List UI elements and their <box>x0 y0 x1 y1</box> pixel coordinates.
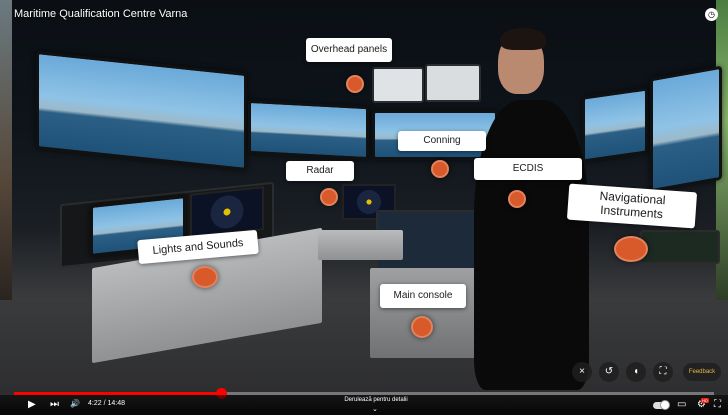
fullscreen-icon[interactable]: ⛶ <box>714 399 721 410</box>
hotspot-ecdis[interactable] <box>508 190 526 208</box>
next-icon[interactable]: ⏭ <box>50 399 59 410</box>
overhead-panel-1 <box>372 67 424 103</box>
time-display: 4:22 / 14:48 <box>88 400 125 407</box>
presenter-hair <box>500 28 546 50</box>
fullscreen-360-icon[interactable]: ⛶ <box>653 362 673 382</box>
hotspot-radar[interactable] <box>320 188 338 206</box>
hotspot-label-overhead-panels: Overhead panels <box>306 38 392 62</box>
video-title[interactable]: Maritime Qualification Centre Varna <box>14 8 187 20</box>
play-icon[interactable]: ▶ <box>28 399 36 410</box>
close-overlay-button[interactable]: × <box>572 362 592 382</box>
background-left-edge <box>0 0 12 300</box>
hotspot-label-conning: Conning <box>398 131 486 151</box>
nav-console <box>640 230 720 264</box>
feedback-button[interactable]: Feedback <box>683 363 721 381</box>
sim-screen-center-left <box>248 99 369 161</box>
overhead-panel-2 <box>425 64 481 102</box>
sim-screen-left <box>36 50 247 172</box>
hotspot-label-radar: Radar <box>286 161 354 181</box>
sim-screen-right <box>582 87 648 163</box>
hd-badge: HD <box>701 398 709 403</box>
watch-later-icon[interactable]: ◷ <box>705 8 718 21</box>
autoplay-toggle-knob <box>660 400 670 410</box>
scroll-hint: Derulează pentru detalii <box>344 397 408 403</box>
rewind-icon[interactable]: ↺ <box>599 362 619 382</box>
hotspot-navigational-instruments[interactable] <box>614 236 648 262</box>
hotspot-overhead-panels[interactable] <box>346 75 364 93</box>
hotspot-main-console[interactable] <box>411 316 433 338</box>
hotspot-conning[interactable] <box>431 160 449 178</box>
volume-360-icon[interactable]: ◖ <box>626 362 646 382</box>
hotspot-label-ecdis: ECDIS <box>474 158 582 180</box>
desk-center <box>318 230 403 260</box>
sim-screen-far-right <box>650 65 722 193</box>
volume-icon[interactable]: 🔊 <box>70 399 80 408</box>
presenter-body <box>474 100 589 390</box>
desk-main <box>370 268 490 358</box>
chevron-down-icon: ⌄ <box>372 406 378 413</box>
hotspot-label-main-console: Main console <box>380 284 466 308</box>
hotspot-lights-and-sounds[interactable] <box>192 266 218 288</box>
subtitles-icon[interactable]: ▭ <box>677 399 686 410</box>
